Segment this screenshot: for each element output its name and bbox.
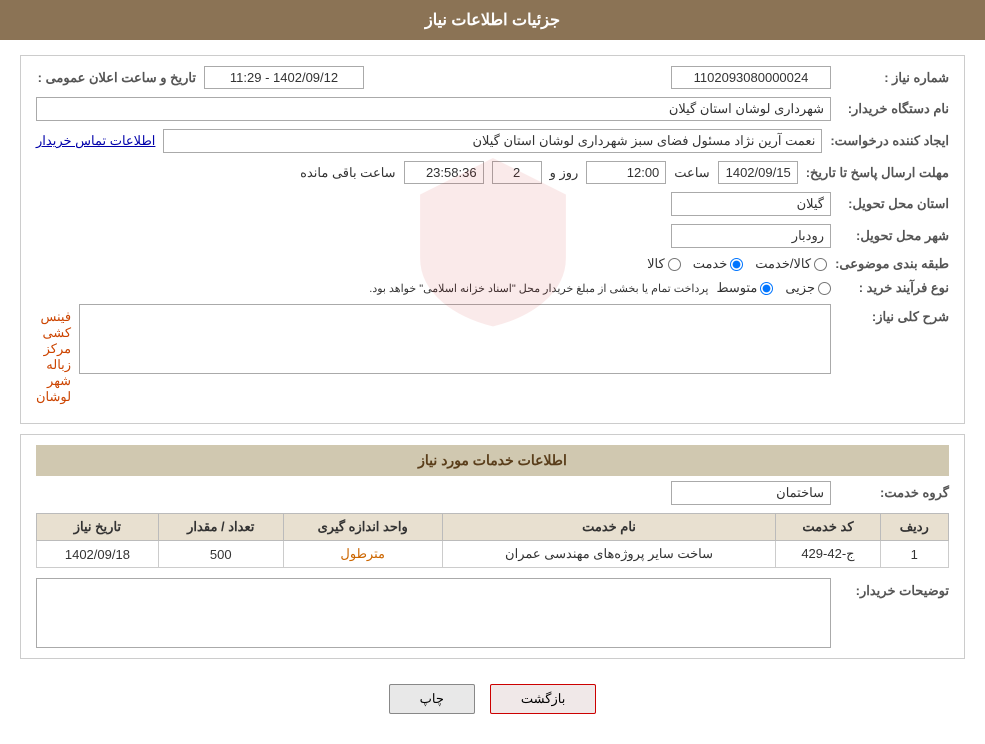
purchase-type-radio-group: جزیی متوسط xyxy=(716,280,831,296)
contact-link[interactable]: اطلاعات تماس خریدار xyxy=(36,133,155,149)
cell-unit: مترطول xyxy=(283,541,442,568)
announce-value: 1402/09/12 - 11:29 xyxy=(204,66,364,89)
row-need-number: شماره نیاز : 1102093080000024 1402/09/12… xyxy=(36,66,949,89)
button-bar: بازگشت چاپ xyxy=(20,669,965,729)
col-name: نام خدمت xyxy=(442,514,776,541)
group-value: ساختمان xyxy=(671,481,831,505)
services-table: ردیف کد خدمت نام خدمت واحد اندازه گیری ت… xyxy=(36,513,949,568)
main-content: شماره نیاز : 1102093080000024 1402/09/12… xyxy=(0,40,985,744)
row-purchase-type: نوع فرآیند خرید : جزیی متوسط پرداخت تمام… xyxy=(36,280,949,296)
col-code: کد خدمت xyxy=(776,514,880,541)
description-label: شرح کلی نیاز: xyxy=(839,304,949,325)
need-number-label: شماره نیاز : xyxy=(839,70,949,86)
category-khedmat[interactable]: خدمت xyxy=(693,256,744,272)
table-body: 1ج-42-429ساخت سایر پروژه‌های مهندسی عمرا… xyxy=(37,541,949,568)
page-title: جزئیات اطلاعات نیاز xyxy=(425,12,560,29)
cell-code: ج-42-429 xyxy=(776,541,880,568)
row-city: شهر محل تحویل: رودبار xyxy=(36,224,949,248)
deadline-date: 1402/09/15 xyxy=(718,161,798,184)
table-header-row: ردیف کد خدمت نام خدمت واحد اندازه گیری ت… xyxy=(37,514,949,541)
services-header: اطلاعات خدمات مورد نیاز xyxy=(36,445,949,476)
city-label: شهر محل تحویل: xyxy=(839,228,949,244)
description-textarea[interactable] xyxy=(79,304,831,374)
buyer-org-label: نام دستگاه خریدار: xyxy=(839,101,949,117)
purchase-type-mota[interactable]: متوسط xyxy=(716,280,773,296)
cell-qty: 500 xyxy=(158,541,283,568)
page-wrapper: جزئیات اطلاعات نیاز شماره نیاز : 1102093… xyxy=(0,0,985,744)
table-header: ردیف کد خدمت نام خدمت واحد اندازه گیری ت… xyxy=(37,514,949,541)
creator-label: ایجاد کننده درخواست: xyxy=(830,133,949,149)
cell-date: 1402/09/18 xyxy=(37,541,159,568)
table-row: 1ج-42-429ساخت سایر پروژه‌های مهندسی عمرا… xyxy=(37,541,949,568)
purchase-type-mota-label: متوسط xyxy=(716,280,757,296)
col-unit: واحد اندازه گیری xyxy=(283,514,442,541)
row-description: شرح کلی نیاز: فینس کشی مرکز زباله شهر لو… xyxy=(36,304,949,405)
row-deadline: مهلت ارسال پاسخ تا تاریخ: 1402/09/15 ساع… xyxy=(36,161,949,184)
form-section: شماره نیاز : 1102093080000024 1402/09/12… xyxy=(20,55,965,424)
purchase-type-notice: پرداخت تمام یا بخشی از مبلغ خریدار محل "… xyxy=(369,282,708,295)
services-section: اطلاعات خدمات مورد نیاز گروه خدمت: ساختم… xyxy=(20,434,965,659)
buyer-notes-label: توضیحات خریدار: xyxy=(839,578,949,599)
services-table-section: ردیف کد خدمت نام خدمت واحد اندازه گیری ت… xyxy=(36,513,949,568)
row-buyer-notes: توضیحات خریدار: xyxy=(36,578,949,648)
need-number-value: 1102093080000024 xyxy=(671,66,831,89)
announce-label: تاریخ و ساعت اعلان عمومی : xyxy=(36,70,196,86)
cell-name: ساخت سایر پروژه‌های مهندسی عمران xyxy=(442,541,776,568)
col-row: ردیف xyxy=(880,514,948,541)
province-label: استان محل تحویل: xyxy=(839,196,949,212)
buyer-org-value: شهرداری لوشان استان گیلان xyxy=(36,97,831,121)
row-province: استان محل تحویل: گیلان xyxy=(36,192,949,216)
category-radio-group: کالا/خدمت خدمت کالا xyxy=(647,256,827,272)
category-kala-khedmat-label: کالا/خدمت xyxy=(755,256,811,272)
page-header: جزئیات اطلاعات نیاز xyxy=(0,0,985,40)
city-value: رودبار xyxy=(671,224,831,248)
purchase-type-label: نوع فرآیند خرید : xyxy=(839,280,949,296)
row-category: طبقه بندی موضوعی: کالا/خدمت خدمت کالا xyxy=(36,256,949,272)
deadline-days-label: روز و xyxy=(550,165,579,181)
col-date: تاریخ نیاز xyxy=(37,514,159,541)
deadline-remaining-label: ساعت باقی مانده xyxy=(300,165,395,181)
deadline-time-label: ساعت xyxy=(674,165,709,181)
purchase-type-jozii-label: جزیی xyxy=(785,280,815,296)
purchase-type-jozii[interactable]: جزیی xyxy=(785,280,831,296)
deadline-label: مهلت ارسال پاسخ تا تاریخ: xyxy=(806,165,949,181)
province-value: گیلان xyxy=(671,192,831,216)
category-kala[interactable]: کالا xyxy=(647,256,681,272)
back-button[interactable]: بازگشت xyxy=(490,684,596,714)
group-label: گروه خدمت: xyxy=(839,485,949,501)
row-creator: ایجاد کننده درخواست: نعمت آرین نژاد مسئو… xyxy=(36,129,949,153)
description-value-hint: فینس کشی مرکز زباله شهر لوشان xyxy=(36,304,71,405)
deadline-time: 12:00 xyxy=(586,161,666,184)
cell-row: 1 xyxy=(880,541,948,568)
print-button[interactable]: چاپ xyxy=(389,684,475,714)
category-khedmat-label: خدمت xyxy=(693,256,728,272)
category-label: طبقه بندی موضوعی: xyxy=(835,256,949,272)
category-kala-label: کالا xyxy=(647,256,665,272)
category-kala-khedmat[interactable]: کالا/خدمت xyxy=(755,256,827,272)
buyer-notes-textarea[interactable] xyxy=(36,578,831,648)
group-row: گروه خدمت: ساختمان xyxy=(36,481,949,505)
col-qty: تعداد / مقدار xyxy=(158,514,283,541)
deadline-days: 2 xyxy=(492,161,542,184)
deadline-remaining: 23:58:36 xyxy=(404,161,484,184)
creator-value: نعمت آرین نژاد مسئول فضای سبز شهرداری لو… xyxy=(163,129,822,153)
row-buyer-org: نام دستگاه خریدار: شهرداری لوشان استان گ… xyxy=(36,97,949,121)
